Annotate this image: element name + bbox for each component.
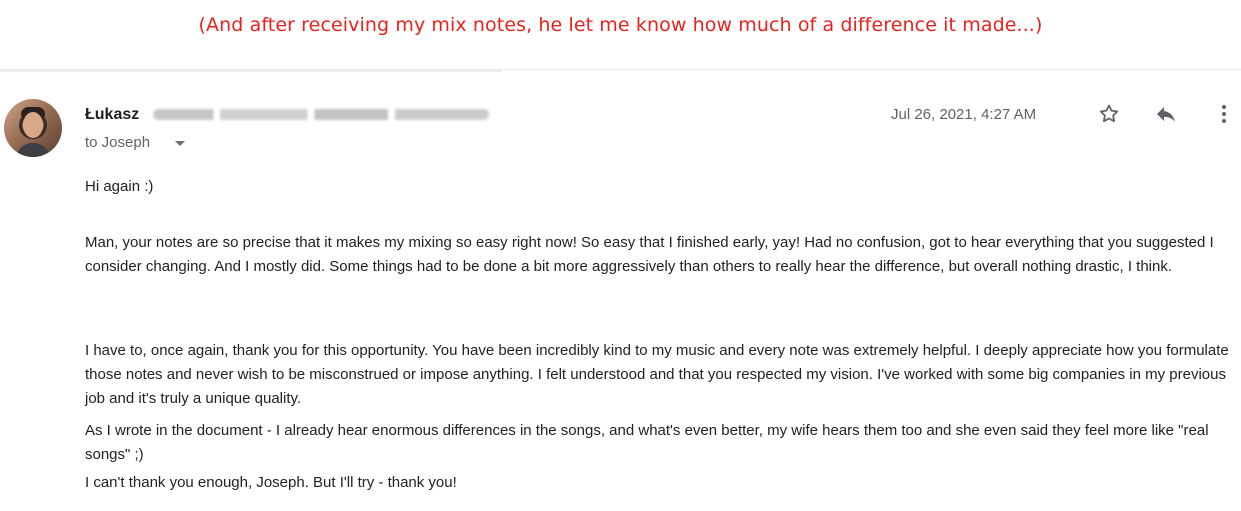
annotation-caption: (And after receiving my mix notes, he le…	[198, 14, 1043, 36]
email-paragraph-1: Man, your notes are so precise that it m…	[85, 234, 1214, 275]
email-paragraph-4: I can't thank you enough, Joseph. But I'…	[85, 474, 457, 491]
sender-name[interactable]: Łukasz	[85, 106, 139, 124]
email-timestamp: Jul 26, 2021, 4:27 AM	[891, 106, 1037, 123]
email-greeting: Hi again :)	[85, 178, 154, 195]
more-vertical-icon[interactable]	[1211, 101, 1237, 127]
header-divider-shadow	[0, 70, 502, 72]
reply-icon[interactable]	[1153, 101, 1179, 127]
avatar-shirt	[16, 143, 50, 157]
star-icon[interactable]	[1096, 101, 1122, 127]
email-paragraph-3: As I wrote in the document - I already h…	[85, 422, 1209, 463]
sender-avatar[interactable]	[4, 99, 62, 157]
chevron-down-icon[interactable]	[175, 141, 185, 146]
sender-email-redacted	[153, 109, 489, 120]
avatar-face	[23, 112, 43, 138]
email-paragraph-2: I have to, once again, thank you for thi…	[85, 342, 1229, 407]
recipient-line: to Joseph	[85, 134, 151, 151]
